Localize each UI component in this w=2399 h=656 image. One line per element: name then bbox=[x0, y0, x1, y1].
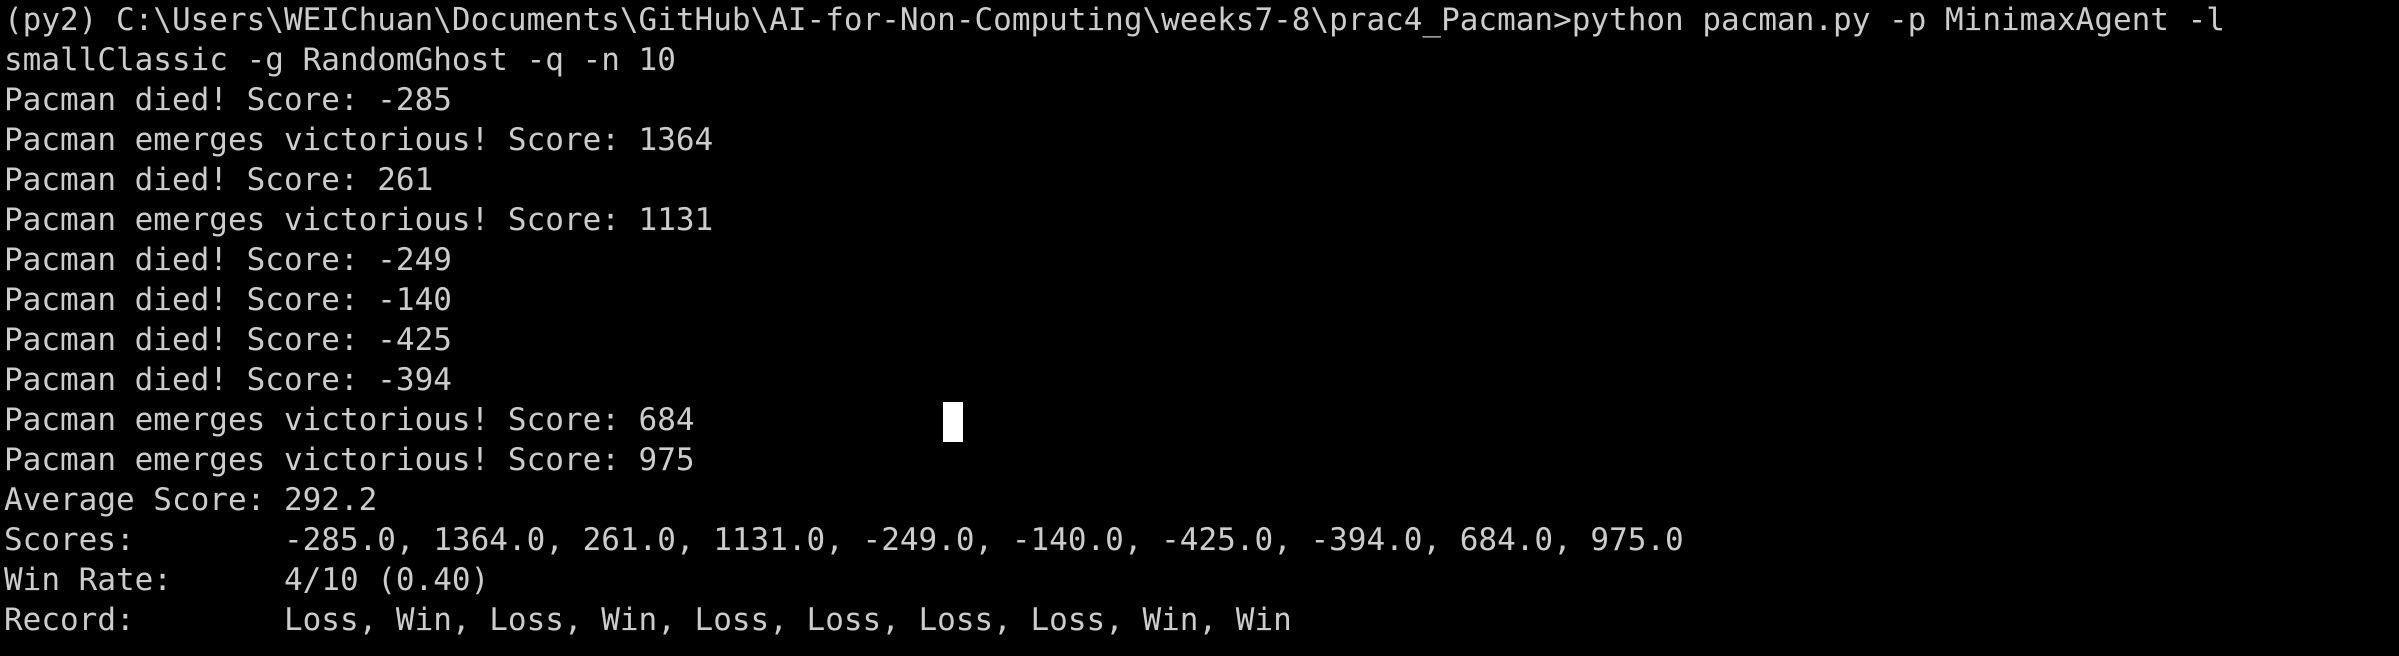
game-result-line: Pacman died! Score: 261 bbox=[4, 162, 434, 198]
game-result-line: Pacman emerges victorious! Score: 1131 bbox=[4, 202, 714, 238]
scores-summary-line: Scores: -285.0, 1364.0, 261.0, 1131.0, -… bbox=[4, 522, 1684, 558]
command-line-continued: smallClassic -g RandomGhost -q -n 10 bbox=[4, 42, 676, 78]
average-score-line: Average Score: 292.2 bbox=[4, 482, 378, 518]
game-result-line: Pacman emerges victorious! Score: 684 bbox=[4, 402, 695, 438]
command-line: (py2) C:\Users\WEIChuan\Documents\GitHub… bbox=[4, 2, 2225, 38]
win-rate-line: Win Rate: 4/10 (0.40) bbox=[4, 562, 490, 598]
text-cursor bbox=[943, 402, 963, 442]
game-result-line: Pacman died! Score: -425 bbox=[4, 322, 452, 358]
game-result-line: Pacman died! Score: -394 bbox=[4, 362, 452, 398]
game-result-line: Pacman died! Score: -285 bbox=[4, 82, 452, 118]
game-result-line: Pacman died! Score: -249 bbox=[4, 242, 452, 278]
game-result-line: Pacman emerges victorious! Score: 1364 bbox=[4, 122, 714, 158]
terminal-window[interactable]: (py2) C:\Users\WEIChuan\Documents\GitHub… bbox=[0, 0, 2399, 656]
game-result-line: Pacman emerges victorious! Score: 975 bbox=[4, 442, 695, 478]
record-line: Record: Loss, Win, Loss, Win, Loss, Loss… bbox=[4, 602, 1292, 638]
game-result-line: Pacman died! Score: -140 bbox=[4, 282, 452, 318]
